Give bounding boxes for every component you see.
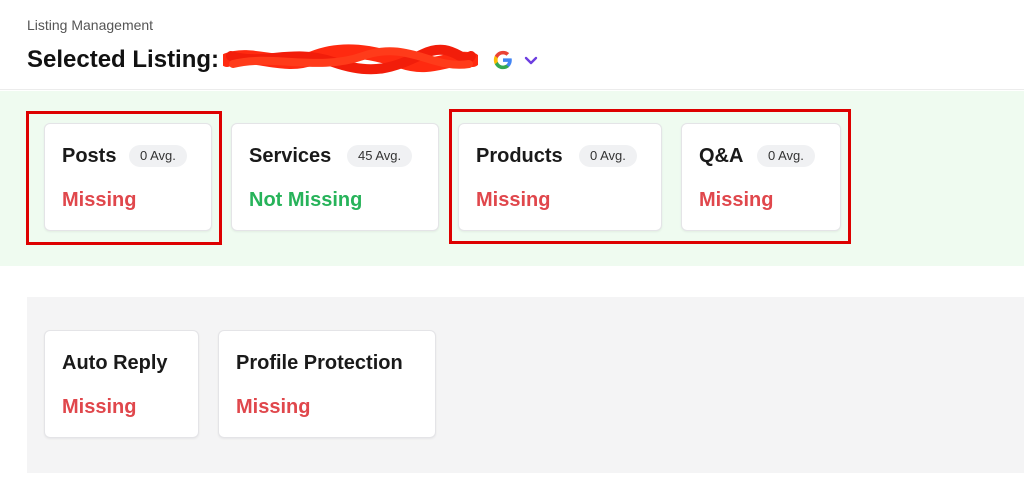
avg-badge: 0 Avg.: [129, 145, 187, 167]
card-title: Q&A: [699, 145, 744, 167]
status-missing: Missing: [236, 396, 311, 418]
status-missing: Missing: [476, 189, 551, 211]
chevron-down-icon[interactable]: [523, 52, 539, 68]
card-products[interactable]: Products 0 Avg. Missing: [458, 123, 662, 231]
avg-badge: 45 Avg.: [347, 145, 413, 167]
status-missing: Missing: [62, 189, 137, 211]
card-auto-reply[interactable]: Auto Reply Missing: [44, 330, 199, 438]
breadcrumb[interactable]: Listing Management: [27, 17, 153, 33]
status-missing: Missing: [62, 396, 137, 418]
google-g-icon[interactable]: [492, 49, 514, 71]
card-title: Services: [249, 145, 332, 167]
redaction-scribble: [223, 44, 479, 75]
card-title: Profile Protection: [236, 352, 403, 374]
card-services[interactable]: Services 45 Avg. Not Missing: [231, 123, 439, 231]
card-qa[interactable]: Q&A 0 Avg. Missing: [681, 123, 841, 231]
card-posts[interactable]: Posts 0 Avg. Missing: [44, 123, 212, 231]
status-missing: Missing: [699, 189, 774, 211]
status-not-missing: Not Missing: [249, 189, 363, 211]
card-title: Posts: [62, 145, 117, 167]
card-title: Auto Reply: [62, 352, 168, 374]
card-profile-protection[interactable]: Profile Protection Missing: [218, 330, 436, 438]
page-header: Listing Management Selected Listing:: [0, 0, 1024, 90]
page-title: Selected Listing:: [27, 46, 220, 73]
avg-badge: 0 Avg.: [757, 145, 815, 167]
avg-badge: 0 Avg.: [579, 145, 637, 167]
card-title: Products: [476, 145, 563, 167]
title-row: Selected Listing:: [27, 44, 539, 76]
